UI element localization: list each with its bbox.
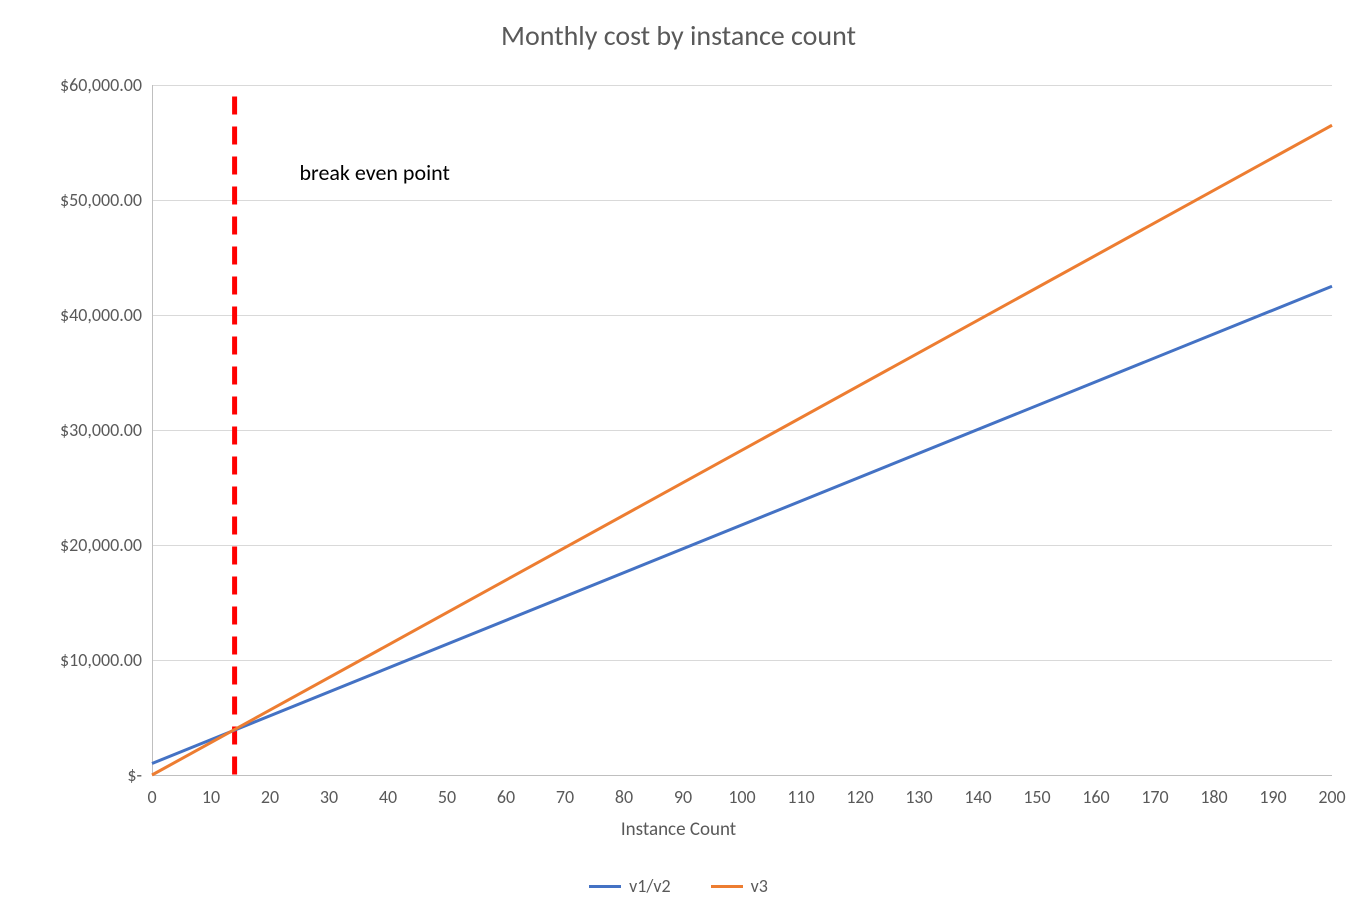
chart-container: Monthly cost by instance count $- $10,00…: [0, 0, 1357, 915]
legend-swatch: [711, 885, 743, 888]
x-tick-label: 110: [787, 786, 814, 808]
x-tick-label: 0: [147, 786, 156, 808]
plot-area: break even point: [152, 85, 1332, 775]
x-tick-label: 120: [846, 786, 873, 808]
x-tick-label: 30: [320, 786, 338, 808]
legend-label: v1/v2: [629, 875, 670, 897]
y-tick-label: $10,000.00: [60, 649, 142, 671]
chart-title: Monthly cost by instance count: [0, 18, 1357, 53]
y-tick-label: $60,000.00: [60, 74, 142, 96]
x-tick-label: 170: [1141, 786, 1168, 808]
x-tick-label: 20: [261, 786, 279, 808]
legend-item-v1v2: v1/v2: [589, 875, 670, 897]
series-v1v2-line: [152, 286, 1332, 763]
y-tick-label: $-: [127, 764, 142, 786]
x-tick-label: 130: [905, 786, 932, 808]
x-tick-label: 160: [1082, 786, 1109, 808]
y-tick-label: $40,000.00: [60, 304, 142, 326]
chart-svg: [152, 85, 1332, 775]
y-tick-label: $20,000.00: [60, 534, 142, 556]
x-tick-label: 50: [438, 786, 456, 808]
x-tick-label: 180: [1200, 786, 1227, 808]
series-v3-line: [152, 125, 1332, 775]
legend-item-v3: v3: [711, 875, 768, 897]
x-tick-label: 190: [1259, 786, 1286, 808]
x-axis-label: Instance Count: [0, 818, 1357, 841]
x-tick-label: 90: [674, 786, 692, 808]
x-tick-label: 60: [497, 786, 515, 808]
x-tick-label: 150: [1023, 786, 1050, 808]
legend: v1/v2 v3: [0, 875, 1357, 897]
x-axis-line: [152, 775, 1332, 776]
y-tick-label: $50,000.00: [60, 189, 142, 211]
legend-label: v3: [751, 875, 768, 897]
break-even-label: break even point: [300, 159, 450, 186]
x-tick-label: 100: [728, 786, 755, 808]
x-tick-label: 40: [379, 786, 397, 808]
x-tick-label: 70: [556, 786, 574, 808]
x-tick-label: 200: [1318, 786, 1345, 808]
x-tick-label: 10: [202, 786, 220, 808]
y-tick-label: $30,000.00: [60, 419, 142, 441]
x-tick-label: 140: [964, 786, 991, 808]
x-tick-label: 80: [615, 786, 633, 808]
legend-swatch: [589, 885, 621, 888]
